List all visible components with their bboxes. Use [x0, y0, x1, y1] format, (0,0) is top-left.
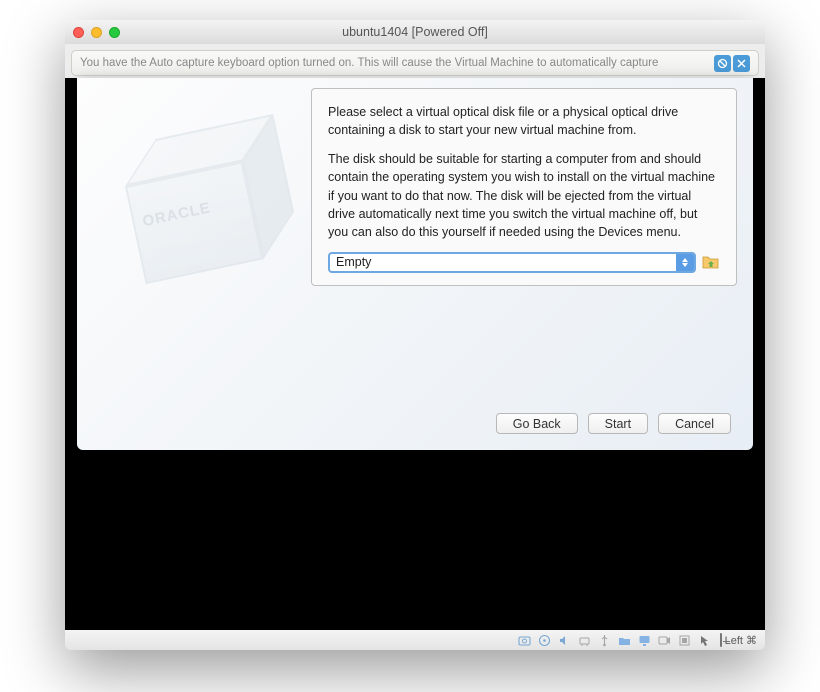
- zoom-window-button[interactable]: [109, 27, 120, 38]
- dropdown-arrows-icon: [676, 254, 694, 271]
- window-title: ubuntu1404 [Powered Off]: [65, 25, 765, 39]
- go-back-button[interactable]: Go Back: [496, 413, 578, 434]
- features-indicator-icon[interactable]: [677, 633, 692, 648]
- network-indicator-icon[interactable]: [577, 633, 592, 648]
- minimize-window-button[interactable]: [91, 27, 102, 38]
- info-text: You have the Auto capture keyboard optio…: [80, 57, 714, 69]
- host-key-indicator[interactable]: Left ⌘: [720, 634, 757, 647]
- app-window: ubuntu1404 [Powered Off] You have the Au…: [65, 20, 765, 650]
- cancel-button[interactable]: Cancel: [658, 413, 731, 434]
- shared-folders-indicator-icon[interactable]: [617, 633, 632, 648]
- info-bar: You have the Auto capture keyboard optio…: [71, 50, 759, 76]
- start-button[interactable]: Start: [588, 413, 648, 434]
- titlebar: ubuntu1404 [Powered Off]: [65, 20, 765, 44]
- host-key-label: Left ⌘: [725, 634, 757, 647]
- info-dismiss-icon[interactable]: [733, 55, 750, 72]
- dialog-paragraph-1: Please select a virtual optical disk fil…: [328, 103, 720, 139]
- info-bar-controls: [714, 55, 750, 72]
- harddisk-indicator-icon[interactable]: [517, 633, 532, 648]
- window-controls: [73, 27, 120, 38]
- virtualbox-logo: ORACLE: [97, 118, 287, 308]
- optical-drive-indicator-icon[interactable]: [537, 633, 552, 648]
- recording-indicator-icon[interactable]: [657, 633, 672, 648]
- dialog-buttons: Go Back Start Cancel: [496, 413, 731, 434]
- dialog-sheet: ORACLE Please select a virtual optical d…: [77, 78, 753, 450]
- browse-file-button[interactable]: [702, 254, 720, 270]
- display-indicator-icon[interactable]: [637, 633, 652, 648]
- audio-indicator-icon[interactable]: [557, 633, 572, 648]
- dialog-paragraph-2: The disk should be suitable for starting…: [328, 150, 720, 241]
- select-disk-dialog: Please select a virtual optical disk fil…: [311, 88, 737, 286]
- info-toggle-icon[interactable]: [714, 55, 731, 72]
- close-window-button[interactable]: [73, 27, 84, 38]
- disk-select-value: Empty: [336, 253, 371, 271]
- mouse-integration-icon[interactable]: [697, 633, 712, 648]
- statusbar: Left ⌘: [65, 630, 765, 650]
- usb-indicator-icon[interactable]: [597, 633, 612, 648]
- disk-select-row: Empty: [328, 252, 720, 273]
- keyboard-icon: [720, 634, 722, 646]
- disk-select-dropdown[interactable]: Empty: [328, 252, 696, 273]
